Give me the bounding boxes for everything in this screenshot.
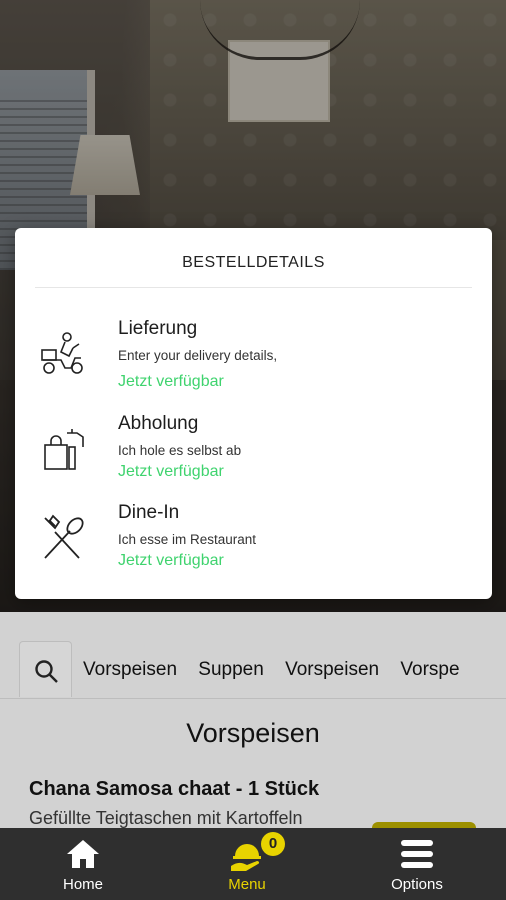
option-title: Dine-In [118, 502, 180, 523]
modal-divider [35, 287, 472, 288]
modal-title: BESTELLDETAILS [182, 254, 325, 271]
cart-count-badge: 0 [261, 832, 285, 856]
category-search-button[interactable] [19, 641, 72, 697]
nav-options-label: Options [391, 876, 443, 893]
category-divider [0, 698, 506, 699]
nav-menu-label: Menu [228, 876, 266, 893]
option-delivery[interactable]: Lieferung Enter your delivery details, J… [35, 318, 472, 402]
option-title: Lieferung [118, 318, 198, 339]
nav-options[interactable]: Options [357, 828, 477, 900]
tab-category[interactable]: Suppen [198, 659, 264, 680]
option-pickup[interactable]: Abholung Ich hole es selbst ab Jetzt ver… [35, 413, 472, 497]
home-icon [67, 840, 99, 868]
nav-menu[interactable]: 0 Menu [187, 828, 307, 900]
option-status: Jetzt verfügbar [118, 463, 224, 480]
menu-item-name[interactable]: Chana Samosa chaat - 1 Stück [29, 778, 319, 801]
menu-lines-icon [401, 840, 433, 868]
tab-category[interactable]: Vorspeisen [285, 659, 379, 680]
option-subtitle: Ich hole es selbst ab [118, 443, 242, 458]
category-tabs: Vorspeisen Suppen Vorspeisen Vorspe [83, 659, 476, 681]
order-details-modal: BESTELLDETAILS Lieferung Enter your deli… [15, 228, 492, 599]
section-title: Vorspeisen [186, 718, 320, 748]
category-bar: Vorspeisen Suppen Vorspeisen Vorspe [0, 612, 506, 699]
nav-home[interactable]: Home [23, 828, 143, 900]
bottom-navigation: Home 0 Menu Options [0, 828, 506, 900]
nav-home-label: Home [62, 876, 103, 893]
menu-content: Vorspeisen Suppen Vorspeisen Vorspe Vors… [0, 612, 506, 834]
option-subtitle: Enter your delivery details, [118, 348, 278, 363]
delivery-scooter-icon [41, 332, 83, 374]
option-dine-in[interactable]: Dine-In Ich esse im Restaurant Jetzt ver… [35, 502, 472, 586]
menu-item-description: Gefüllte Teigtaschen mit Kartoffeln [29, 808, 303, 828]
tab-category[interactable]: Vorspeisen [83, 659, 177, 680]
option-title: Abholung [118, 413, 199, 434]
tab-category[interactable]: Vorspe [400, 659, 459, 680]
fork-spoon-icon [44, 514, 84, 559]
search-icon [35, 660, 58, 683]
pickup-bag-icon [44, 429, 84, 470]
serving-hand-icon [231, 844, 261, 871]
option-status: Jetzt verfügbar [118, 373, 224, 390]
option-status: Jetzt verfügbar [118, 552, 224, 569]
option-subtitle: Ich esse im Restaurant [118, 532, 257, 547]
